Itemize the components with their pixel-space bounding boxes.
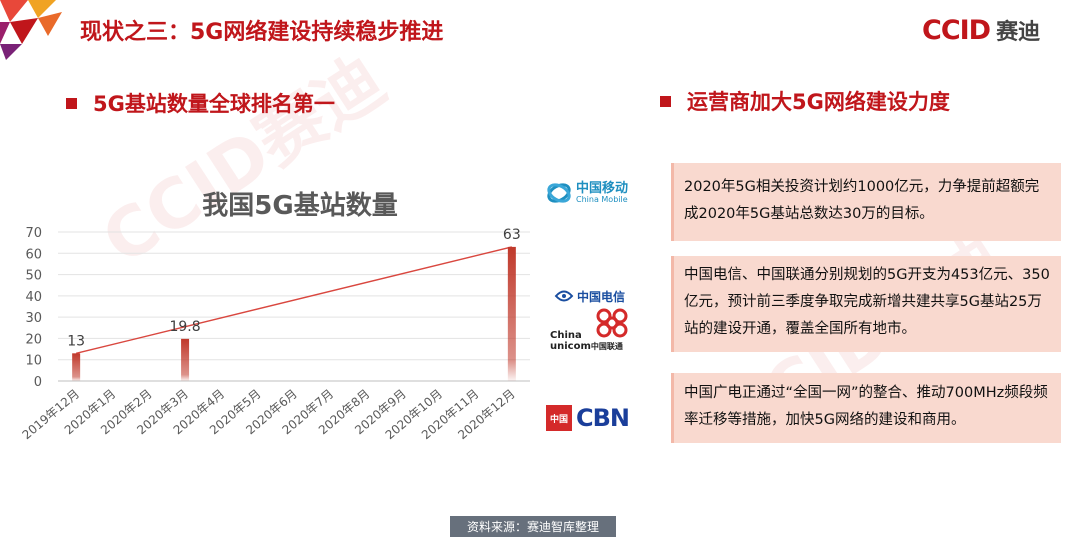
china-telecom-logo: 中国电信	[554, 286, 634, 306]
page-title: 现状之三：5G网络建设持续稳步推进	[80, 20, 444, 45]
info-card-telecom-unicom: 中国电信、中国联通分别规划的5G开支为453亿元、350亿元，预计前三季度争取完…	[671, 256, 1061, 352]
bullet-square-icon	[660, 95, 671, 107]
china-mobile-logo: 中国移动 China Mobile	[546, 175, 638, 211]
y-tick-label: 0	[34, 375, 42, 390]
china-mobile-icon	[547, 183, 571, 203]
china-telecom-icon	[554, 290, 574, 302]
y-tick-label: 40	[25, 290, 42, 305]
base-station-chart: 我国5G基站数量0102030405060701319.8632019年12月2…	[20, 191, 530, 442]
source-note: 资料来源：赛迪智库整理	[450, 516, 616, 537]
info-card-mobile: 2020年5G相关投资计划约1000亿元，力争提前超额完成2020年5G基站总数…	[671, 163, 1061, 241]
y-tick-label: 50	[25, 269, 42, 284]
cbn-text: CBN	[576, 404, 630, 432]
cbn-logo: 中国 CBN	[546, 400, 638, 436]
data-label: 13	[67, 333, 85, 349]
y-tick-label: 60	[25, 247, 42, 262]
data-label: 19.8	[169, 319, 200, 335]
logo-mark: CCID	[922, 14, 991, 46]
china-telecom-zh: 中国电信	[577, 289, 626, 304]
y-tick-label: 20	[25, 332, 42, 347]
y-tick-label: 30	[25, 311, 42, 326]
china-unicom-en2: unicom	[550, 340, 591, 352]
right-heading: 运营商加大5G网络建设力度	[660, 86, 950, 116]
y-tick-label: 10	[25, 354, 42, 369]
china-unicom-logo: China unicom中国联通	[550, 307, 640, 353]
cbn-icon: 中国	[546, 405, 572, 431]
data-label: 63	[503, 227, 521, 243]
china-mobile-en: China Mobile	[576, 194, 628, 204]
logo-word: 赛迪	[996, 20, 1041, 45]
ccid-logo: CCID 赛迪	[922, 12, 1040, 48]
decorative-corner	[0, 0, 62, 60]
bar	[181, 338, 190, 381]
bar	[72, 353, 81, 381]
y-tick-label: 70	[25, 226, 42, 241]
bar	[507, 246, 516, 381]
china-unicom-en1: China	[550, 330, 582, 341]
trend-line	[75, 246, 513, 355]
chart-title: 我国5G基站数量	[202, 191, 397, 221]
china-mobile-zh: 中国移动	[576, 180, 629, 196]
bullet-square-icon	[66, 97, 77, 109]
info-card-broadcast: 中国广电正通过“全国一网”的整合、推动700MHz频段频率迁移等措施，加快5G网…	[671, 373, 1061, 443]
right-heading-text: 运营商加大5G网络建设力度	[687, 90, 950, 114]
china-unicom-zh: 中国联通	[590, 341, 623, 351]
